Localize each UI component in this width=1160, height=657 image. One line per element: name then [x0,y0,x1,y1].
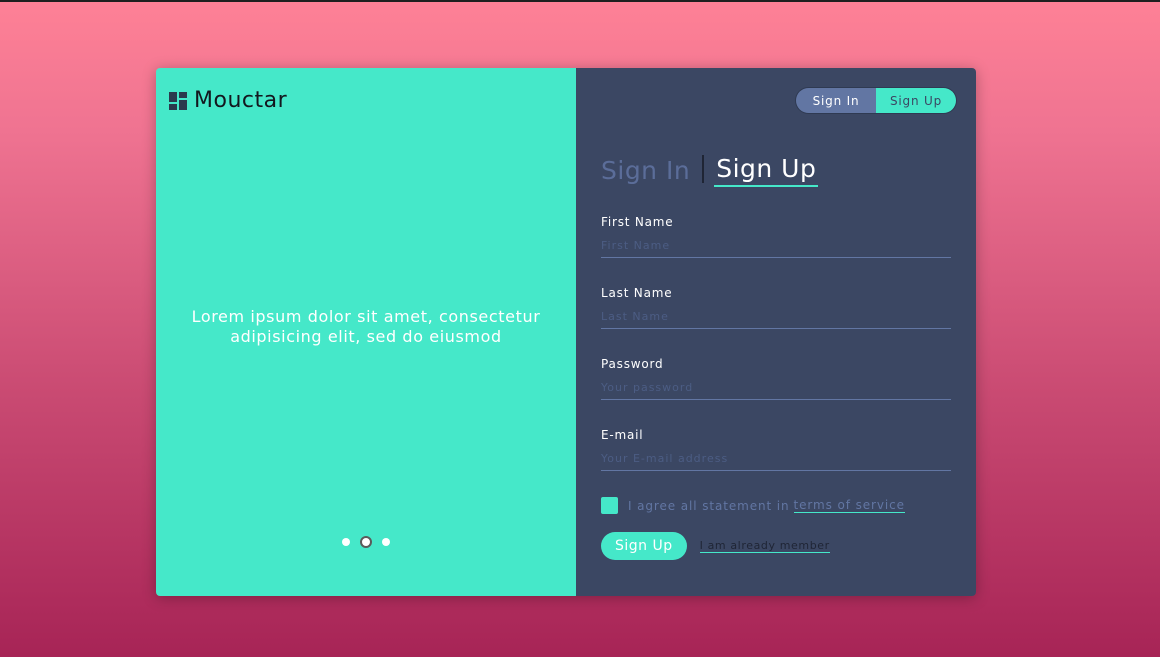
signup-form: First Name Last Name Password E-mail I a… [601,215,951,560]
email-group: E-mail [601,428,951,471]
email-input[interactable] [601,451,951,471]
first-name-input[interactable] [601,238,951,258]
terms-link[interactable]: terms of service [793,498,905,513]
carousel-dot-1[interactable] [342,538,350,546]
tab-signup[interactable]: Sign Up [714,154,819,187]
switch-signup-button[interactable]: Sign Up [876,88,956,113]
already-member-link[interactable]: I am already member [699,539,830,553]
password-label: Password [601,357,664,371]
hero-panel: Mouctar Lorem ipsum dolor sit amet, cons… [156,68,576,596]
form-actions: Sign Up I am already member [601,532,951,560]
last-name-group: Last Name [601,286,951,329]
last-name-label: Last Name [601,286,673,300]
terms-agreement: I agree all statement in terms of servic… [601,497,951,514]
carousel-dots [156,536,576,548]
tab-divider [702,155,705,183]
switch-signin-button[interactable]: Sign In [796,88,876,113]
form-tabs: Sign In Sign Up [601,154,819,187]
brand-logo[interactable]: Mouctar [169,88,287,113]
signup-submit-button[interactable]: Sign Up [601,532,687,560]
hero-tagline: Lorem ipsum dolor sit amet, consectetur … [191,307,541,346]
carousel-dot-3[interactable] [382,538,390,546]
first-name-label: First Name [601,215,674,229]
carousel-dot-2[interactable] [360,536,372,548]
top-border [0,0,1160,2]
agree-text: I agree all statement in [628,498,790,513]
tab-signin[interactable]: Sign In [601,156,690,187]
dashboard-grid-icon [169,91,187,110]
last-name-input[interactable] [601,309,951,329]
email-label: E-mail [601,428,644,442]
brand-name: Mouctar [194,88,288,113]
password-group: Password [601,357,951,400]
first-name-group: First Name [601,215,951,258]
auth-card: Mouctar Lorem ipsum dolor sit amet, cons… [156,68,976,596]
form-panel: Sign In Sign Up Sign In Sign Up First Na… [576,68,976,596]
terms-checkbox[interactable] [601,497,618,514]
auth-switcher: Sign In Sign Up [795,87,957,114]
password-input[interactable] [601,380,951,400]
